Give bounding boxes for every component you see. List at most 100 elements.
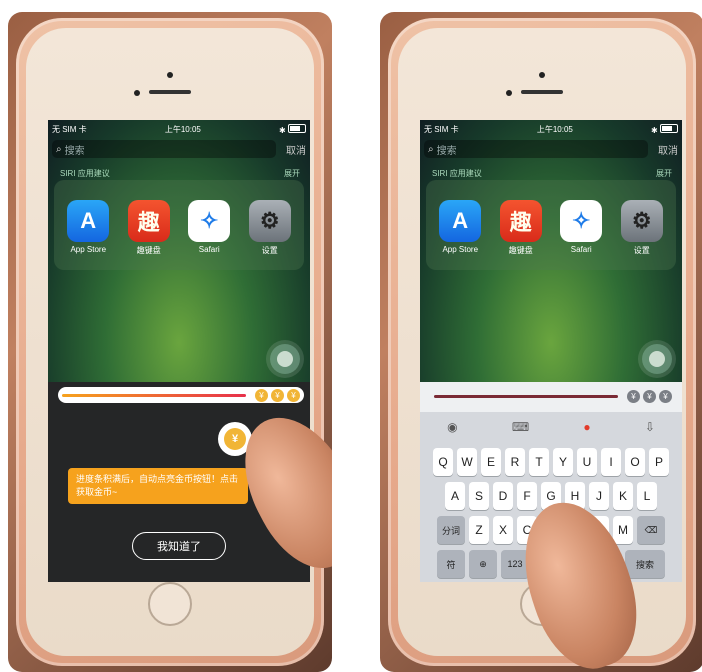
collapse-icon[interactable]: ⇩ — [645, 420, 655, 434]
key[interactable]: F — [517, 482, 537, 510]
search-icon: ⌕ — [428, 143, 434, 155]
key[interactable]: E — [481, 448, 501, 476]
key[interactable]: J — [589, 482, 609, 510]
coin-icon[interactable]: ¥ — [627, 389, 640, 403]
safari-icon: ✧ — [188, 200, 231, 242]
key[interactable]: U — [577, 448, 597, 476]
status-bar: 无 SIM 卡 上午10:05 ✱ — [52, 122, 306, 136]
coin-icon[interactable]: ¥ — [659, 389, 672, 403]
assistive-touch-button[interactable] — [270, 344, 300, 374]
coin-icon[interactable]: ¥ — [255, 388, 268, 402]
proximity-sensor — [134, 90, 140, 96]
carrier-text: 无 SIM 卡 — [52, 124, 87, 134]
app-app-store[interactable]: A App Store — [436, 200, 484, 256]
iphone: 无 SIM 卡 上午10:05 ✱ ⌕ 搜索 取消 SIRI 应用建议 展开 A… — [26, 28, 314, 656]
qujianpan-icon: 趣 — [127, 200, 170, 242]
search-input[interactable]: ⌕ 搜索 — [424, 140, 648, 158]
app-settings[interactable]: ⚙ 设置 — [246, 200, 294, 256]
key[interactable]: D — [493, 482, 513, 510]
key[interactable]: M — [613, 516, 633, 544]
battery-icon — [659, 123, 678, 133]
coin-icon[interactable]: ¥ — [287, 388, 300, 402]
app-label: App Store — [442, 245, 479, 254]
key[interactable]: L — [637, 482, 657, 510]
battery-indicator: ✱ — [279, 123, 306, 135]
earpiece-speaker — [149, 90, 191, 94]
siri-suggestions-header: SIRI 应用建议 展开 — [60, 168, 300, 179]
search-row: ⌕ 搜索 取消 — [424, 140, 678, 158]
qujianpan-icon: 趣 — [499, 200, 542, 242]
coin-icon[interactable]: ¥ — [271, 388, 284, 402]
cancel-button[interactable]: 取消 — [648, 142, 678, 157]
front-camera — [167, 72, 173, 78]
siri-suggestions-header: SIRI 应用建议 展开 — [432, 168, 672, 179]
key[interactable]: K — [613, 482, 633, 510]
key[interactable]: X — [493, 516, 513, 544]
app-label: 设置 — [633, 246, 650, 255]
app-safari[interactable]: ✧ Safari — [557, 200, 605, 256]
coin-icon[interactable]: ¥ — [643, 389, 656, 403]
app-app-store[interactable]: A App Store — [64, 200, 112, 256]
key[interactable]: P — [649, 448, 669, 476]
return-key[interactable]: 搜索 — [625, 550, 665, 578]
key[interactable]: W — [457, 448, 477, 476]
app-suggestions: A App Store 趣 趣键盘 ✧ Safari ⚙ 设置 — [58, 200, 300, 256]
key[interactable]: S — [469, 482, 489, 510]
keyboard-icon[interactable]: ⌨ — [512, 420, 529, 434]
key[interactable]: I — [601, 448, 621, 476]
app-label: 设置 — [261, 246, 278, 255]
app-suggestions: A App Store 趣 趣键盘 ✧ Safari ⚙ 设置 — [430, 200, 672, 256]
front-camera — [539, 72, 545, 78]
battery-icon — [287, 123, 306, 133]
coin-icon: ¥ — [224, 428, 246, 450]
cancel-button[interactable]: 取消 — [276, 142, 306, 157]
photo-left: 无 SIM 卡 上午10:05 ✱ ⌕ 搜索 取消 SIRI 应用建议 展开 A… — [8, 12, 332, 672]
app-label: Safari — [198, 245, 220, 254]
key[interactable]: Z — [469, 516, 489, 544]
key[interactable]: O — [625, 448, 645, 476]
key[interactable]: Y — [553, 448, 573, 476]
got-it-button[interactable]: 我知道了 — [132, 532, 226, 560]
search-icon: ⌕ — [56, 143, 62, 155]
progress-track — [62, 393, 246, 397]
clock: 上午10:05 — [536, 124, 573, 134]
show-more-link[interactable]: 展开 — [656, 168, 672, 179]
show-more-link[interactable]: 展开 — [284, 168, 300, 179]
settings-icon: ⚙ — [620, 200, 663, 242]
key[interactable]: Q — [433, 448, 453, 476]
status-bar: 无 SIM 卡 上午10:05 ✱ — [424, 122, 678, 136]
search-placeholder: 搜索 — [436, 145, 457, 157]
earpiece-speaker — [521, 90, 563, 94]
clock: 上午10:05 — [164, 124, 201, 134]
app-label: 趣键盘 — [136, 246, 161, 255]
siri-title: SIRI 应用建议 — [432, 169, 482, 178]
app-store-icon: A — [439, 200, 482, 242]
search-placeholder: 搜索 — [64, 145, 85, 157]
app-qujianpan[interactable]: 趣 趣键盘 — [497, 200, 545, 256]
app-qujianpan[interactable]: 趣 趣键盘 — [125, 200, 173, 256]
carrier-text: 无 SIM 卡 — [424, 124, 459, 134]
symbols-key[interactable]: 符 — [437, 550, 465, 578]
mascot-icon[interactable]: ● — [583, 420, 590, 434]
safari-icon: ✧ — [560, 200, 603, 242]
app-safari[interactable]: ✧ Safari — [185, 200, 233, 256]
keyboard-toolbar: ◉ ⌨ ● ⇩ — [420, 414, 682, 440]
key[interactable]: T — [529, 448, 549, 476]
delete-key[interactable]: ⌫ — [637, 516, 665, 544]
search-row: ⌕ 搜索 取消 — [52, 140, 306, 158]
progress-track — [434, 394, 618, 398]
skin-icon[interactable]: ◉ — [447, 420, 457, 434]
proximity-sensor — [506, 90, 512, 96]
settings-icon: ⚙ — [248, 200, 291, 242]
search-input[interactable]: ⌕ 搜索 — [52, 140, 276, 158]
app-label: App Store — [70, 245, 107, 254]
app-store-icon: A — [67, 200, 110, 242]
home-button[interactable] — [148, 582, 192, 626]
app-label: Safari — [570, 245, 592, 254]
globe-key[interactable]: ⊕ — [469, 550, 497, 578]
key[interactable]: R — [505, 448, 525, 476]
segment-key[interactable]: 分词 — [437, 516, 465, 544]
assistive-touch-button[interactable] — [642, 344, 672, 374]
key[interactable]: A — [445, 482, 465, 510]
app-settings[interactable]: ⚙ 设置 — [618, 200, 666, 256]
